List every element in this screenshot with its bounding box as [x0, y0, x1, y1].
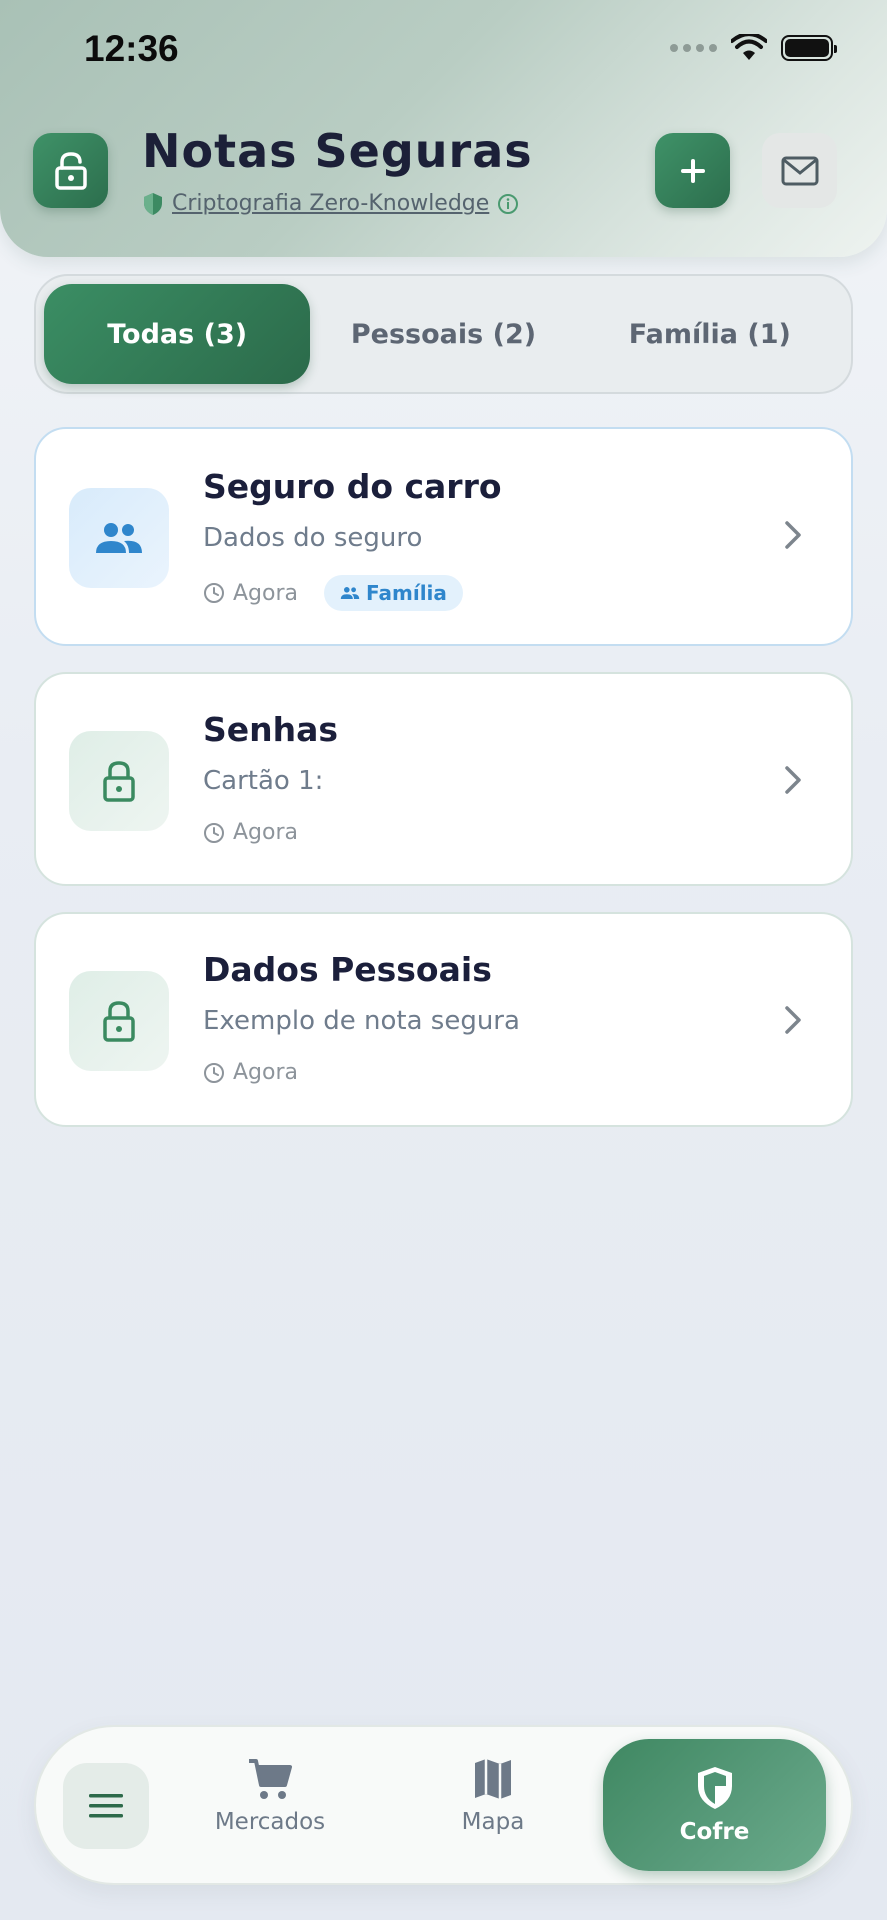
shield-icon	[144, 192, 162, 215]
map-icon	[475, 1759, 511, 1799]
note-meta: Agora	[203, 820, 316, 845]
note-title: Seguro do carro	[203, 467, 502, 506]
note-title: Dados Pessoais	[203, 950, 492, 989]
note-title: Senhas	[203, 710, 339, 749]
signal-icon	[670, 44, 717, 52]
shield-icon	[697, 1767, 732, 1809]
nav-label: Mercados	[214, 1809, 326, 1835]
nav-item-mercados[interactable]: Mercados	[180, 1757, 360, 1835]
info-icon[interactable]	[497, 193, 519, 215]
note-description: Cartão 1:	[203, 766, 324, 796]
filter-tabs: Todas (3) Pessoais (2) Família (1)	[34, 274, 853, 394]
encryption-link[interactable]: Criptografia Zero-Knowledge	[172, 191, 489, 216]
note-card-senhas[interactable]: Senhas Cartão 1: Agora	[34, 672, 853, 886]
tab-todas[interactable]: Todas (3)	[44, 284, 311, 384]
battery-icon	[781, 35, 837, 61]
family-tag: Família	[324, 575, 463, 611]
lock-icon	[103, 1001, 135, 1042]
nav-label: Mapa	[461, 1809, 525, 1835]
header: 12:36 Notas Seguras Criptografia Zero-Kn…	[0, 0, 887, 257]
clock-icon	[204, 583, 224, 603]
people-icon	[96, 523, 142, 553]
tab-pessoais[interactable]: Pessoais (2)	[310, 284, 576, 384]
note-meta: Agora	[203, 1060, 316, 1085]
mail-icon	[781, 156, 818, 185]
mail-button[interactable]	[762, 133, 837, 208]
people-icon	[340, 587, 360, 599]
clock-icon	[204, 822, 224, 843]
status-time: 12:36	[84, 28, 179, 69]
cart-icon	[249, 1759, 292, 1799]
page-title: Notas Seguras	[142, 124, 533, 178]
add-note-button[interactable]	[655, 133, 730, 208]
nav-item-cofre[interactable]: Cofre	[603, 1739, 826, 1871]
wifi-icon	[731, 34, 767, 60]
lock-icon	[103, 761, 135, 802]
clock-icon	[204, 1062, 224, 1083]
note-time: Agora	[233, 1060, 299, 1085]
note-time: Agora	[233, 820, 299, 845]
note-icon-box	[69, 731, 169, 831]
hamburger-icon	[89, 1794, 123, 1818]
family-tag-label: Família	[366, 581, 447, 605]
note-description: Dados do seguro	[203, 523, 423, 553]
chevron-right-icon	[785, 1006, 801, 1034]
note-time: Agora	[233, 580, 299, 606]
bottom-nav: Mercados Mapa Cofre	[34, 1725, 853, 1885]
plus-icon	[680, 158, 705, 183]
note-meta: Agora Família	[203, 575, 463, 611]
chevron-right-icon	[785, 521, 801, 549]
tab-familia[interactable]: Família (1)	[577, 284, 843, 384]
note-icon-box	[69, 971, 169, 1071]
app-lock-badge	[33, 133, 108, 208]
nav-label: Cofre	[679, 1819, 750, 1845]
note-card-dados-pessoais[interactable]: Dados Pessoais Exemplo de nota segura Ag…	[34, 912, 853, 1127]
note-card-seguro-do-carro[interactable]: Seguro do carro Dados do seguro Agora Fa…	[34, 427, 853, 646]
note-icon-box	[69, 488, 169, 588]
status-icons	[670, 34, 837, 62]
encryption-info[interactable]: Criptografia Zero-Knowledge	[142, 191, 519, 216]
lock-open-icon	[54, 151, 87, 190]
nav-item-mapa[interactable]: Mapa	[403, 1757, 583, 1835]
note-description: Exemplo de nota segura	[203, 1006, 520, 1036]
chevron-right-icon	[785, 766, 801, 794]
menu-button[interactable]	[63, 1763, 149, 1849]
